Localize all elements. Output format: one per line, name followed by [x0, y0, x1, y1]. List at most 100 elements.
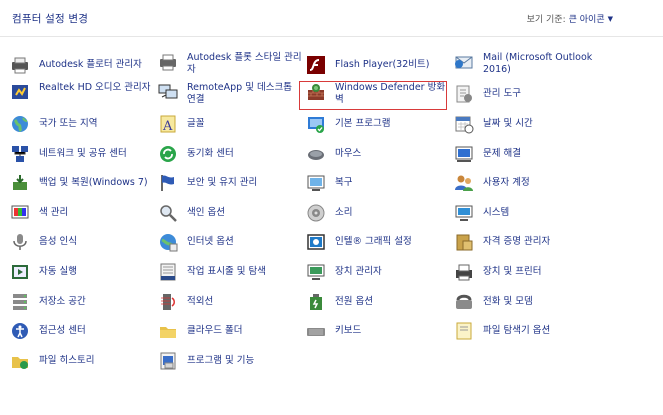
item-label[interactable]: 동기화 센터	[187, 148, 234, 160]
control-panel-item[interactable]: 네트워크 및 공유 센터	[8, 139, 156, 169]
control-panel-item[interactable]: RemoteApp 및 데스크톱 연결	[156, 80, 304, 110]
item-label[interactable]: 인터넷 옵션	[187, 236, 234, 248]
control-panel-item[interactable]: 마우스	[304, 139, 452, 169]
item-label[interactable]: RemoteApp 및 데스크톱 연결	[187, 82, 303, 106]
control-panel-item[interactable]: 음성 인식	[8, 228, 156, 258]
item-label[interactable]: 시스템	[483, 207, 509, 219]
control-panel-item[interactable]: 기본 프로그램	[304, 109, 452, 139]
item-label[interactable]: Flash Player(32비트)	[335, 59, 429, 71]
item-label[interactable]: 저장소 공간	[39, 296, 86, 308]
item-label[interactable]: 보안 및 유지 관리	[187, 177, 257, 189]
svg-text:A: A	[162, 119, 173, 134]
control-panel-item[interactable]: 전화 및 모뎀	[452, 287, 600, 317]
item-label[interactable]: 키보드	[335, 325, 361, 337]
control-panel-item[interactable]: 사용자 계정	[452, 168, 600, 198]
control-panel-item[interactable]: 인터넷 옵션	[156, 228, 304, 258]
control-panel-item[interactable]: 동기화 센터	[156, 139, 304, 169]
control-panel-item[interactable]: 키보드	[304, 316, 452, 346]
control-panel-item[interactable]: 저장소 공간	[8, 287, 156, 317]
plotter-manager-icon	[10, 55, 30, 75]
control-panel-item[interactable]: Realtek HD 오디오 관리자	[8, 80, 156, 110]
control-panel-item[interactable]: Mail (Microsoft Outlook 2016)	[452, 50, 600, 80]
realtek-audio-icon	[10, 82, 30, 102]
item-label[interactable]: 작업 표시줄 및 탐색	[187, 266, 266, 278]
sync-center-icon	[158, 144, 178, 164]
item-label[interactable]: 음성 인식	[39, 236, 77, 248]
item-label[interactable]: 접근성 센터	[39, 325, 86, 337]
control-panel-item[interactable]: 색인 옵션	[156, 198, 304, 228]
item-label[interactable]: 기본 프로그램	[335, 118, 390, 130]
item-label[interactable]: 네트워크 및 공유 센터	[39, 148, 127, 160]
item-label[interactable]: 글꼴	[187, 118, 204, 130]
item-label[interactable]: 백업 및 복원(Windows 7)	[39, 177, 148, 189]
item-label[interactable]: 색 관리	[39, 207, 68, 219]
default-programs-icon	[306, 114, 326, 134]
item-label[interactable]: 장치 및 프린터	[483, 266, 541, 278]
item-label[interactable]: 마우스	[335, 148, 361, 160]
control-panel-item[interactable]: 파일 탐색기 옵션	[452, 316, 600, 346]
ease-of-access-icon	[10, 321, 30, 341]
item-label[interactable]: Realtek HD 오디오 관리자	[39, 82, 151, 94]
item-label[interactable]: 소리	[335, 207, 352, 219]
item-label[interactable]: 장치 관리자	[335, 266, 382, 278]
chevron-down-icon[interactable]: ▼	[608, 15, 613, 23]
control-panel-item[interactable]: 백업 및 복원(Windows 7)	[8, 168, 156, 198]
control-panel-item[interactable]: 복구	[304, 168, 452, 198]
control-panel-item[interactable]: 관리 도구	[452, 80, 600, 110]
item-label[interactable]: 자격 증명 관리자	[483, 236, 550, 248]
control-panel-item[interactable]: Autodesk 플롯 스타일 관리자	[156, 50, 304, 80]
item-label[interactable]: 색인 옵션	[187, 207, 225, 219]
control-panel-item[interactable]: Flash Player(32비트)	[304, 50, 452, 80]
item-label[interactable]: 프로그램 및 기능	[187, 355, 254, 367]
control-panel-item[interactable]: 장치 및 프린터	[452, 257, 600, 287]
item-label[interactable]: 관리 도구	[483, 88, 521, 100]
control-panel-item[interactable]: 자동 실행	[8, 257, 156, 287]
control-panel-item[interactable]: 작업 표시줄 및 탐색	[156, 257, 304, 287]
highlight-box	[299, 81, 447, 110]
item-label[interactable]: Autodesk 플로터 관리자	[39, 59, 142, 71]
control-panel-item[interactable]: 날짜 및 시간	[452, 109, 600, 139]
item-label[interactable]: 문제 해결	[483, 148, 521, 160]
item-label[interactable]: 전원 옵션	[335, 296, 373, 308]
item-label[interactable]: 복구	[335, 177, 352, 189]
admin-tools-icon	[454, 84, 474, 104]
control-panel-item[interactable]: 국가 또는 지역	[8, 109, 156, 139]
control-panel-item[interactable]: 클라우드 폴더	[156, 316, 304, 346]
control-panel-item[interactable]: 인텔® 그래픽 설정	[304, 228, 452, 258]
control-panel-item[interactable]: A 글꼴	[156, 109, 304, 139]
item-label[interactable]: Mail (Microsoft Outlook 2016)	[483, 52, 599, 76]
item-label[interactable]: 인텔® 그래픽 설정	[335, 236, 412, 248]
control-panel-item[interactable]: 보안 및 유지 관리	[156, 168, 304, 198]
backup-restore-icon	[10, 173, 30, 193]
view-by-value[interactable]: 큰 아이콘	[569, 12, 605, 25]
control-panel-item[interactable]: 소리	[304, 198, 452, 228]
control-panel-item[interactable]: 색 관리	[8, 198, 156, 228]
control-panel-item[interactable]: 시스템	[452, 198, 600, 228]
item-label[interactable]: 적외선	[187, 296, 213, 308]
item-label[interactable]: 날짜 및 시간	[483, 118, 533, 130]
control-panel-item[interactable]: 파일 히스토리	[8, 346, 156, 376]
item-label[interactable]: 사용자 계정	[483, 177, 530, 189]
control-panel-item[interactable]: Autodesk 플로터 관리자	[8, 50, 156, 80]
item-label[interactable]: 파일 탐색기 옵션	[483, 325, 550, 337]
item-label[interactable]: 전화 및 모뎀	[483, 296, 533, 308]
sound-icon	[306, 203, 326, 223]
control-panel-item[interactable]: 문제 해결	[452, 139, 600, 169]
system-icon	[454, 203, 474, 223]
item-label[interactable]: 자동 실행	[39, 266, 77, 278]
control-panel-item[interactable]: 프로그램 및 기능	[156, 346, 304, 376]
control-panel-item[interactable]: 전원 옵션	[304, 287, 452, 317]
item-label[interactable]: 국가 또는 지역	[39, 118, 97, 130]
item-label[interactable]: 파일 히스토리	[39, 355, 94, 367]
control-panel-item[interactable]: 적외선	[156, 287, 304, 317]
item-label[interactable]: 클라우드 폴더	[187, 325, 242, 337]
control-panel-item[interactable]: 자격 증명 관리자	[452, 228, 600, 258]
view-by-control[interactable]: 보기 기준: 큰 아이콘 ▼	[527, 12, 613, 26]
credential-manager-icon	[454, 232, 474, 252]
work-folders-icon	[158, 321, 178, 341]
storage-spaces-icon	[10, 292, 30, 312]
control-panel-item[interactable]: 접근성 센터	[8, 316, 156, 346]
control-panel-item[interactable]: 장치 관리자	[304, 257, 452, 287]
item-label[interactable]: Autodesk 플롯 스타일 관리자	[187, 52, 303, 76]
infrared-icon	[158, 292, 178, 312]
